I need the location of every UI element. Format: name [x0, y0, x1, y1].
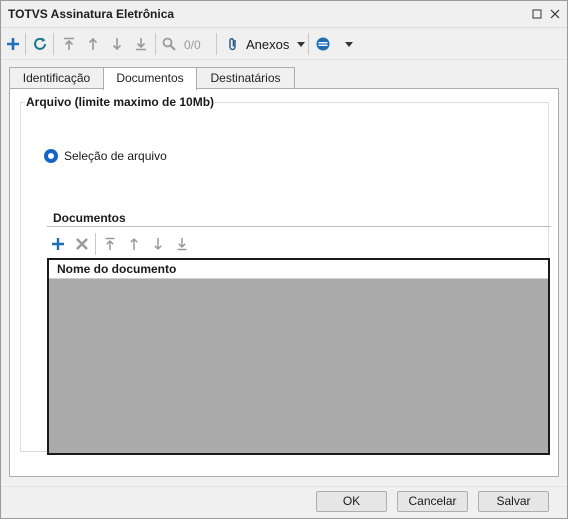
doc-move-last-icon[interactable] [173, 235, 191, 253]
arquivo-group-title: Arquivo (limite maximo de 10Mb) [25, 95, 216, 109]
documentos-group-divider [47, 226, 551, 227]
maximize-icon[interactable] [529, 6, 545, 22]
footer-divider [1, 486, 567, 487]
move-first-icon[interactable] [59, 34, 79, 54]
doc-move-down-icon[interactable] [149, 235, 167, 253]
tab-panel-documentos: Arquivo (limite maximo de 10Mb) Seleção … [9, 88, 559, 477]
filter-icon[interactable] [313, 34, 333, 54]
add-document-icon[interactable] [49, 235, 67, 253]
tab-documentos[interactable]: Documentos [103, 67, 197, 90]
toolbar-separator [308, 33, 309, 55]
paperclip-icon[interactable] [223, 34, 243, 54]
main-toolbar: 0/0 Anexos [1, 29, 567, 60]
move-down-icon[interactable] [107, 34, 127, 54]
documentos-group: Documentos Nome do documento [47, 211, 551, 460]
toolbar-separator [53, 33, 54, 55]
tab-destinatarios[interactable]: Destinatários [196, 67, 295, 89]
toolbar-separator [216, 33, 217, 55]
selecao-arquivo-label[interactable]: Seleção de arquivo [64, 149, 167, 163]
selecao-arquivo-radio[interactable] [44, 149, 58, 163]
dialog-footer: OK Cancelar Salvar [1, 478, 567, 518]
anexos-dropdown-chevron-icon[interactable] [297, 42, 305, 47]
title-bar: TOTVS Assinatura Eletrônica [1, 1, 567, 28]
toolbar-separator [25, 33, 26, 55]
move-up-icon[interactable] [83, 34, 103, 54]
doc-move-up-icon[interactable] [125, 235, 143, 253]
filter-dropdown-chevron-icon[interactable] [345, 42, 353, 47]
arquivo-group: Arquivo (limite maximo de 10Mb) Seleção … [20, 95, 551, 455]
window-title: TOTVS Assinatura Eletrônica [8, 7, 175, 21]
move-last-icon[interactable] [131, 34, 151, 54]
save-button[interactable]: Salvar [478, 491, 549, 512]
tab-identificacao[interactable]: Identificação [9, 67, 104, 89]
anexos-menu-label[interactable]: Anexos [246, 37, 289, 52]
doc-move-first-icon[interactable] [101, 235, 119, 253]
cancel-button[interactable]: Cancelar [397, 491, 468, 512]
close-icon[interactable] [547, 6, 563, 22]
search-icon[interactable] [159, 34, 179, 54]
dialog-window: TOTVS Assinatura Eletrônica 0/0 Anexos I… [0, 0, 568, 519]
record-counter: 0/0 [184, 38, 201, 52]
delete-document-icon[interactable] [73, 235, 91, 253]
documentos-group-title: Documentos [51, 211, 128, 225]
documentos-toolbar [47, 233, 551, 257]
docs-toolbar-separator [95, 233, 96, 255]
toolbar-separator [155, 33, 156, 55]
plus-icon[interactable] [3, 34, 23, 54]
refresh-icon[interactable] [30, 34, 50, 54]
column-header-nome-documento[interactable]: Nome do documento [49, 260, 548, 279]
ok-button[interactable]: OK [316, 491, 387, 512]
documentos-grid[interactable]: Nome do documento [47, 258, 550, 455]
